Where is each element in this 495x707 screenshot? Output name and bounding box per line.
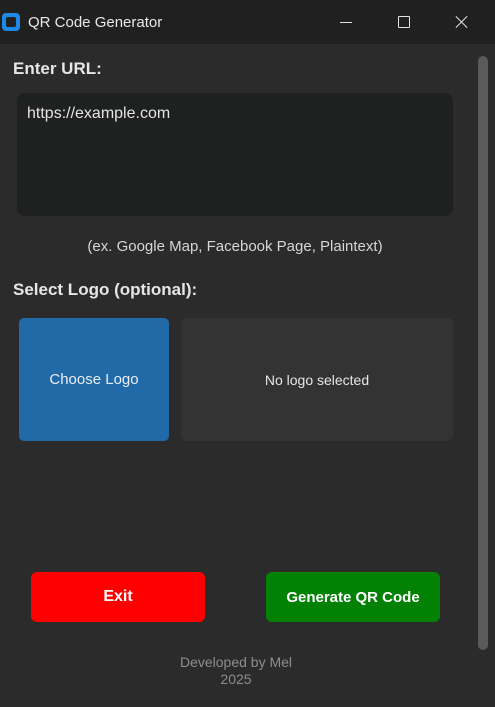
app-window: QR Code Generator Enter URL: https://exa… [0,0,495,707]
footer: Developed by Mel 2025 [0,654,472,688]
url-input[interactable]: https://example.com [17,93,453,216]
minimize-button[interactable] [317,0,375,44]
logo-preview: No logo selected [181,318,453,441]
maximize-icon [398,16,410,28]
window-title: QR Code Generator [28,14,163,31]
footer-credit: Developed by Mel [179,654,293,670]
exit-button[interactable]: Exit [31,572,205,622]
close-icon [455,15,469,29]
qr-app-icon [2,13,20,31]
logo-status: No logo selected [264,371,370,388]
scrollbar[interactable] [476,52,490,654]
maximize-button[interactable] [375,0,433,44]
generate-qr-button[interactable]: Generate QR Code [266,572,440,622]
scrollbar-thumb[interactable] [478,56,488,650]
logo-label: Select Logo (optional): [13,280,198,299]
minimize-icon [340,22,352,23]
title-bar[interactable]: QR Code Generator [0,0,495,44]
url-label: Enter URL: [13,59,102,78]
url-hint: (ex. Google Map, Facebook Page, Plaintex… [87,238,383,255]
close-button[interactable] [433,0,491,44]
choose-logo-button[interactable]: Choose Logo [19,318,169,441]
footer-year: 2025 [220,671,252,687]
